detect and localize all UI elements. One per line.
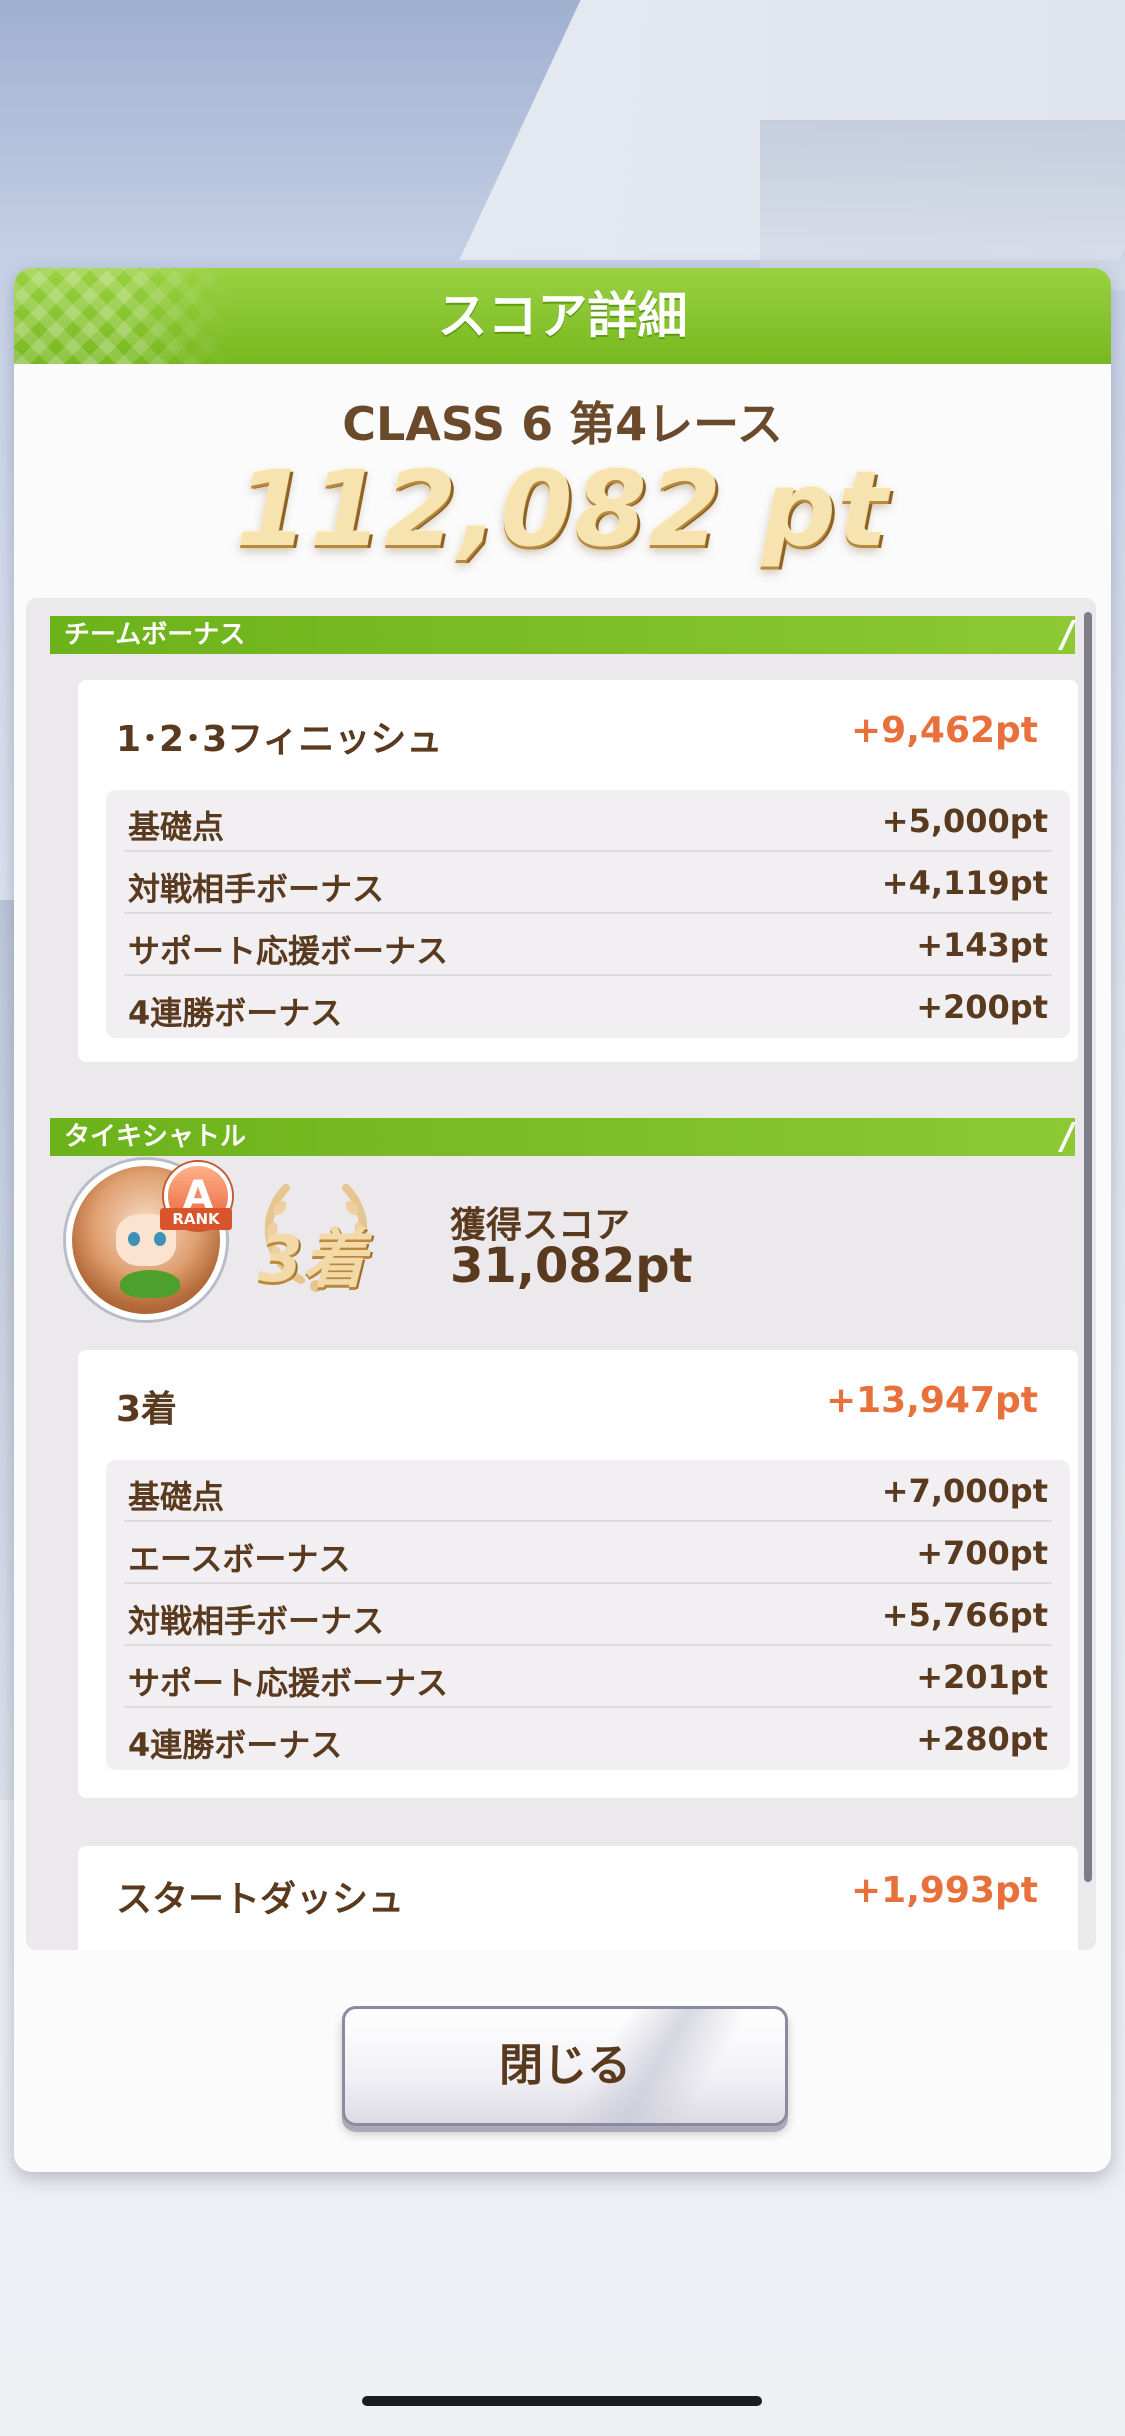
team-bonus-rows: 基礎点 +5,000pt 対戦相手ボーナス +4,119pt サポート応援ボーナ…	[106, 790, 1070, 1038]
close-button[interactable]: 閉じる	[342, 2006, 788, 2126]
list-item: 基礎点 +7,000pt	[124, 1460, 1052, 1522]
row-value: +143pt	[916, 926, 1048, 964]
card-total-value: +1,993pt	[850, 1870, 1038, 1911]
card-total-value: +9,462pt	[850, 710, 1038, 751]
section-header-team-bonus: チームボーナス	[50, 616, 1075, 654]
list-item: サポート応援ボーナス +143pt	[124, 914, 1052, 976]
row-value: +280pt	[916, 1720, 1048, 1758]
list-item: 4連勝ボーナス +200pt	[124, 976, 1052, 1038]
row-value: +5,000pt	[881, 802, 1048, 840]
scrollbar[interactable]	[1084, 612, 1092, 1882]
avatar-eye	[128, 1232, 140, 1246]
row-label: 4連勝ボーナス	[128, 1726, 343, 1764]
card-title: 1･2･3フィニッシュ	[116, 719, 443, 760]
list-item: 基礎点 +5,000pt	[124, 790, 1052, 852]
grandstand	[760, 120, 1125, 290]
row-value: +7,000pt	[881, 1472, 1048, 1510]
total-score: 112,082 pt	[235, 448, 890, 570]
row-value: +200pt	[916, 988, 1048, 1026]
home-indicator[interactable]	[362, 2396, 762, 2406]
row-value: +5,766pt	[881, 1596, 1048, 1634]
rank-label: RANK	[160, 1208, 232, 1230]
dialog-title: スコア詳細	[437, 287, 688, 345]
avatar-cap	[120, 1270, 180, 1298]
card-title: スタートダッシュ	[116, 1879, 405, 1920]
score-detail-dialog: スコア詳細 CLASS 6 第4レース 112,082 pt チームボーナス 1…	[14, 268, 1111, 2172]
placement-card: 3着 +13,947pt 基礎点 +7,000pt エースボーナス +700pt…	[78, 1350, 1078, 1798]
list-item: 対戦相手ボーナス +5,766pt	[124, 1584, 1052, 1646]
row-label: 対戦相手ボーナス	[128, 870, 385, 908]
acquired-score-value: 31,082pt	[450, 1238, 693, 1294]
row-label: サポート応援ボーナス	[128, 932, 449, 970]
placement-rows: 基礎点 +7,000pt エースボーナス +700pt 対戦相手ボーナス +5,…	[106, 1460, 1070, 1770]
row-label: サポート応援ボーナス	[128, 1664, 449, 1702]
card-title: 3着	[116, 1389, 178, 1430]
placement-text: 3着	[258, 1223, 367, 1297]
start-dash-card: スタートダッシュ +1,993pt	[78, 1846, 1078, 1950]
row-value: +201pt	[916, 1658, 1048, 1696]
card-total-value: +13,947pt	[825, 1380, 1038, 1421]
list-item: エースボーナス +700pt	[124, 1522, 1052, 1584]
dialog-header: スコア詳細	[14, 268, 1111, 364]
row-value: +4,119pt	[881, 864, 1048, 902]
list-item: サポート応援ボーナス +201pt	[124, 1646, 1052, 1708]
list-item: 対戦相手ボーナス +4,119pt	[124, 852, 1052, 914]
close-button-label: 閉じる	[499, 2040, 631, 2091]
team-bonus-card: 1･2･3フィニッシュ +9,462pt 基礎点 +5,000pt 対戦相手ボー…	[78, 680, 1078, 1062]
list-item: 4連勝ボーナス +280pt	[124, 1708, 1052, 1770]
row-label: エースボーナス	[128, 1540, 351, 1578]
avatar-eye	[154, 1232, 166, 1246]
row-label: 基礎点	[128, 1478, 225, 1516]
row-label: 基礎点	[128, 808, 225, 846]
row-label: 対戦相手ボーナス	[128, 1602, 385, 1640]
row-label: 4連勝ボーナス	[128, 994, 343, 1032]
race-name: CLASS 6 第4レース	[342, 397, 783, 451]
row-value: +700pt	[916, 1534, 1048, 1572]
section-header-character: タイキシャトル	[50, 1118, 1075, 1156]
